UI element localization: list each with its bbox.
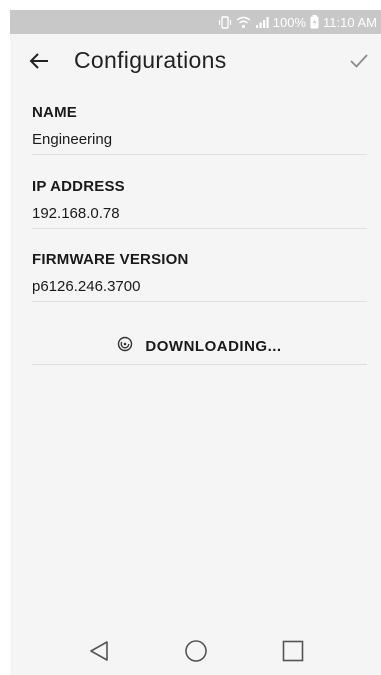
battery-icon (310, 15, 319, 29)
home-circle-icon (184, 639, 208, 668)
page-title: Configurations (74, 47, 227, 73)
clock: 11:10 AM (323, 14, 377, 30)
arrow-left-icon (29, 52, 49, 75)
status-bar: 100% 11:10 AM (10, 10, 381, 34)
back-triangle-icon (89, 640, 109, 667)
phone-screen: 100% 11:10 AM Configurations NAME Engine… (10, 10, 381, 675)
checkmark-icon (349, 53, 369, 74)
download-status: DOWNLOADING... (32, 328, 367, 365)
firmware-field: FIRMWARE VERSION p6126.246.3700 (32, 251, 367, 302)
nav-home-button[interactable] (176, 633, 216, 673)
nav-recents-button[interactable] (273, 633, 313, 673)
wifi-icon (236, 16, 251, 29)
save-button[interactable] (345, 49, 373, 77)
spinner-icon (117, 336, 133, 357)
firmware-value: p6126.246.3700 (32, 278, 367, 302)
download-label: DOWNLOADING... (145, 337, 282, 355)
firmware-label: FIRMWARE VERSION (32, 251, 189, 268)
recents-square-icon (282, 640, 304, 667)
name-input[interactable]: Engineering (32, 131, 367, 155)
ip-address-value: 192.168.0.78 (32, 205, 367, 229)
signal-icon (255, 16, 269, 29)
ip-address-label: IP ADDRESS (32, 178, 125, 195)
battery-percent: 100% (272, 14, 307, 30)
navigation-bar (10, 631, 381, 675)
name-label: NAME (32, 104, 77, 121)
name-field: NAME Engineering (32, 104, 367, 155)
back-button[interactable] (26, 50, 52, 76)
vibrate-icon (218, 15, 232, 29)
ip-address-field: IP ADDRESS 192.168.0.78 (32, 178, 367, 229)
nav-back-button[interactable] (79, 633, 119, 673)
app-bar: Configurations (10, 34, 381, 92)
